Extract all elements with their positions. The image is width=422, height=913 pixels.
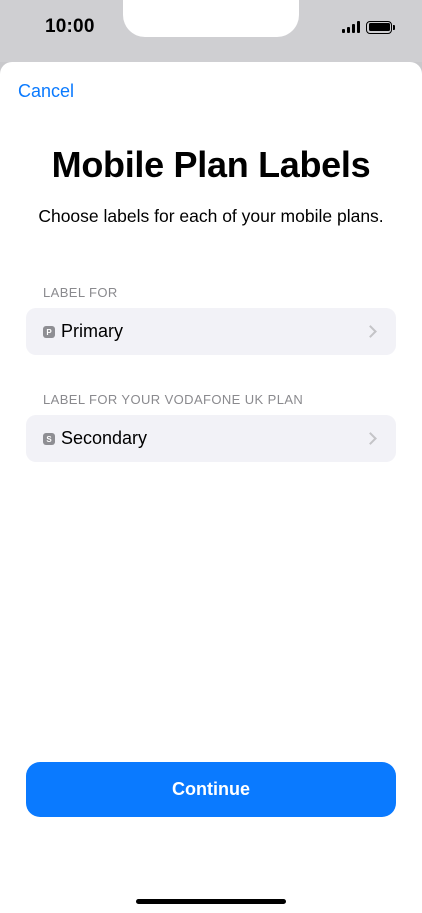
section-label-secondary: LABEL FOR YOUR VODAFONE UK PLAN	[43, 392, 304, 407]
cancel-button[interactable]: Cancel	[18, 81, 74, 102]
battery-full-icon	[366, 20, 395, 34]
secondary-badge-icon: S	[43, 433, 55, 445]
continue-button[interactable]: Continue	[26, 762, 396, 817]
notch	[123, 0, 299, 37]
section-label-primary: LABEL FOR	[43, 285, 118, 300]
status-time: 10:00	[45, 16, 95, 37]
plan-row-label: Primary	[61, 321, 123, 341]
plan-row-secondary[interactable]: S Secondary	[26, 415, 396, 462]
primary-badge-icon: P	[43, 326, 55, 338]
plan-row-primary[interactable]: P Primary	[26, 308, 396, 355]
chevron-right-icon	[364, 325, 377, 338]
chevron-right-icon	[364, 432, 377, 445]
plan-row-label: Secondary	[61, 428, 148, 448]
signal-bars-icon	[342, 21, 360, 33]
page-subtitle: Choose labels for each of your mobile pl…	[38, 206, 384, 226]
page-title: Mobile Plan Labels	[51, 144, 371, 185]
status-icons	[342, 20, 395, 34]
modal-sheet: Cancel Mobile Plan Labels Choose labels …	[0, 62, 422, 913]
phone-screen: 10:00 Cancel Mobile Plan Labels Choose l…	[0, 0, 422, 913]
home-indicator[interactable]	[136, 899, 286, 904]
status-bar: 10:00	[0, 0, 422, 62]
